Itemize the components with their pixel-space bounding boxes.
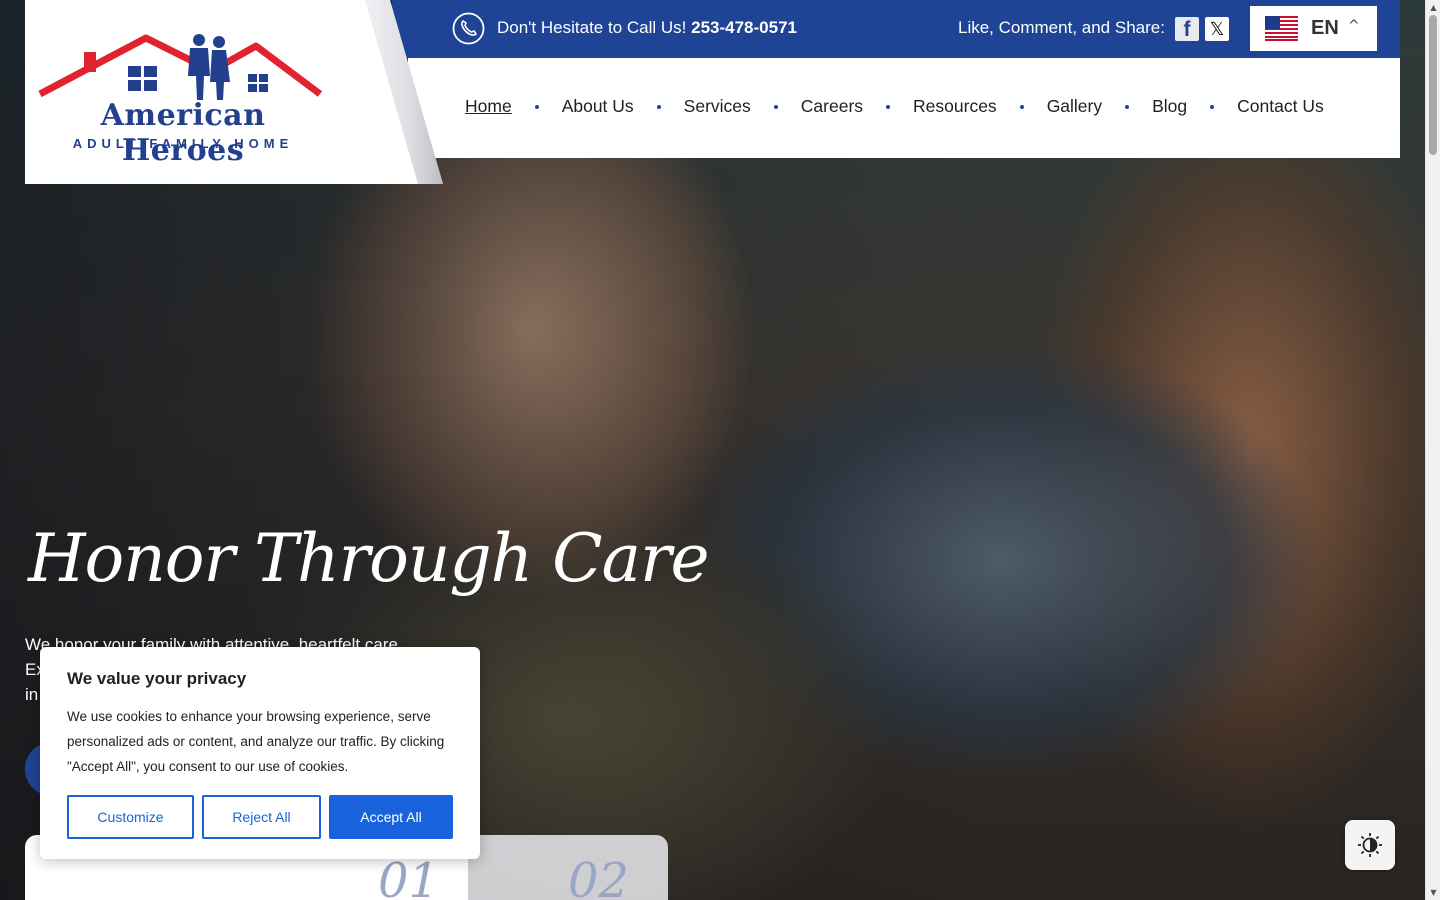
nav-separator [534, 104, 539, 109]
customize-button[interactable]: Customize [67, 795, 194, 839]
x-icon[interactable]: 𝕏 [1205, 17, 1229, 41]
reject-all-button[interactable]: Reject All [202, 795, 321, 839]
us-flag-icon [1265, 16, 1298, 41]
phone-number-link[interactable]: 253-478-0571 [691, 18, 797, 37]
logo-subtitle[interactable]: ADULT FAMILY HOME [38, 136, 328, 151]
scroll-up-icon[interactable]: ▲ [1429, 3, 1438, 12]
nav-item-services[interactable]: Services [684, 96, 751, 117]
nav-item-gallery[interactable]: Gallery [1047, 96, 1102, 117]
scroll-down-icon[interactable]: ▼ [1429, 888, 1438, 897]
cookie-consent-dialog: We value your privacy We use cookies to … [40, 647, 480, 859]
call-us-text: Don't Hesitate to Call Us! 253-478-0571 [497, 18, 797, 38]
facebook-icon[interactable]: f [1175, 17, 1199, 41]
nav-item-resources[interactable]: Resources [913, 96, 997, 117]
call-prefix: Don't Hesitate to Call Us! [497, 18, 687, 37]
contrast-toggle-button[interactable] [1345, 820, 1395, 870]
language-code: EN [1311, 17, 1339, 39]
share-label: Like, Comment, and Share: [958, 18, 1165, 37]
hero-title: Honor Through Care [28, 520, 710, 597]
scrollbar-thumb[interactable] [1429, 15, 1437, 155]
main-nav: Home About Us Services Careers Resources… [465, 96, 1324, 117]
language-selector[interactable]: EN ^ [1250, 6, 1377, 51]
logo-houses-icon[interactable] [36, 30, 326, 102]
contrast-icon [1358, 833, 1382, 857]
feature-card-number: 02 [568, 853, 630, 900]
cookie-body: We use cookies to enhance your browsing … [67, 709, 445, 774]
feature-card-number: 01 [378, 853, 440, 900]
nav-separator [1210, 104, 1215, 109]
nav-separator [656, 104, 661, 109]
accept-all-button[interactable]: Accept All [329, 795, 453, 839]
nav-separator [1019, 104, 1024, 109]
cookie-title: We value your privacy [67, 669, 247, 688]
nav-item-contact-us[interactable]: Contact Us [1237, 96, 1324, 117]
nav-item-about-us[interactable]: About Us [562, 96, 634, 117]
nav-item-blog[interactable]: Blog [1152, 96, 1187, 117]
phone-icon[interactable] [452, 12, 485, 45]
logo-title[interactable]: American Heroes [38, 98, 328, 168]
page-scrollbar[interactable]: ▲ ▼ [1425, 0, 1440, 900]
nav-item-careers[interactable]: Careers [801, 96, 863, 117]
nav-separator [773, 104, 778, 109]
nav-item-home[interactable]: Home [465, 96, 512, 117]
nav-separator [886, 104, 891, 109]
chevron-up-icon: ^ [1348, 18, 1360, 34]
nav-separator [1125, 104, 1130, 109]
